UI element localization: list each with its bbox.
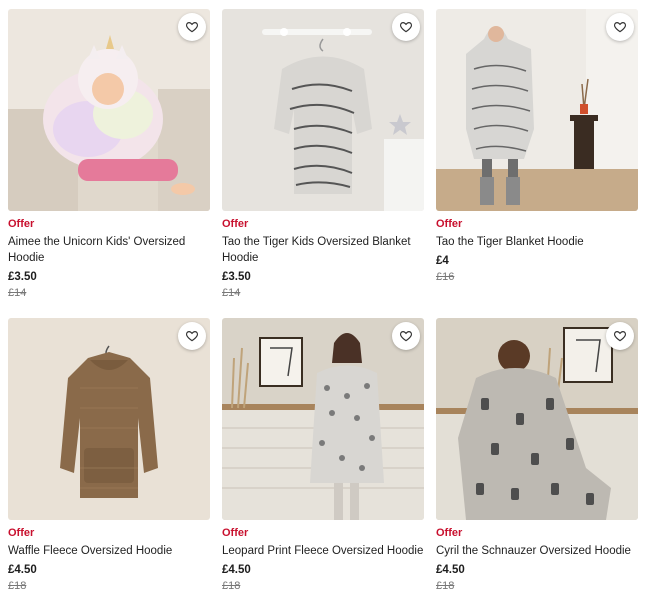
product-title[interactable]: Leopard Print Fleece Oversized Hoodie [222,543,424,559]
product-title[interactable]: Aimee the Unicorn Kids' Oversized Hoodie [8,234,210,266]
offer-badge: Offer [222,527,249,539]
product-title[interactable]: Waffle Fleece Oversized Hoodie [8,543,210,559]
was-price: £18 [222,580,241,592]
product-price: £4 [436,255,449,267]
product-image[interactable] [8,9,210,211]
product-price: £4.50 [436,564,465,576]
offer-badge: Offer [222,218,249,230]
wishlist-button[interactable] [178,322,206,350]
product-price: £3.50 [222,271,251,283]
was-price: £14 [8,287,27,299]
heart-icon [399,22,413,33]
offer-badge: Offer [436,527,463,539]
product-title[interactable]: Tao the Tiger Kids Oversized Blanket Hoo… [222,234,424,266]
heart-icon [613,22,627,33]
offer-badge: Offer [8,218,35,230]
product-price: £4.50 [222,564,251,576]
heart-icon [399,331,413,342]
product-title[interactable]: Tao the Tiger Blanket Hoodie [436,234,638,250]
offer-badge: Offer [436,218,463,230]
was-price: £18 [436,580,455,592]
was-price: £16 [436,271,455,283]
product-title[interactable]: Cyril the Schnauzer Oversized Hoodie [436,543,638,559]
product-image[interactable] [436,9,638,211]
wishlist-button[interactable] [606,322,634,350]
wishlist-button[interactable] [392,13,420,41]
heart-icon [185,331,199,342]
was-price: £14 [222,287,241,299]
heart-icon [613,331,627,342]
heart-icon [185,22,199,33]
wishlist-button[interactable] [178,13,206,41]
product-price: £3.50 [8,271,37,283]
wishlist-button[interactable] [392,322,420,350]
wishlist-button[interactable] [606,13,634,41]
product-image[interactable] [8,318,210,520]
was-price: £18 [8,580,27,592]
product-image[interactable] [436,318,638,520]
product-price: £4.50 [8,564,37,576]
product-image[interactable] [222,318,424,520]
product-image[interactable] [222,9,424,211]
offer-badge: Offer [8,527,35,539]
